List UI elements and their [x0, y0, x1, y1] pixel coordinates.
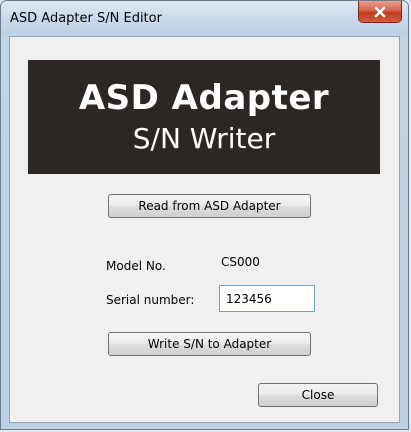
read-from-adapter-button[interactable]: Read from ASD Adapter [108, 194, 311, 218]
model-number-label: Model No. [106, 259, 166, 273]
close-icon [374, 6, 386, 18]
close-button[interactable]: Close [258, 383, 378, 407]
serial-number-label: Serial number: [106, 293, 195, 307]
serial-number-input[interactable] [219, 285, 315, 312]
dialog-client-area: ASD Adapter S/N Writer Read from ASD Ada… [9, 36, 400, 423]
banner-title: ASD Adapter [78, 78, 330, 118]
title-bar[interactable]: ASD Adapter S/N Editor [1, 1, 408, 35]
dialog-window: ASD Adapter S/N Editor ASD Adapter S/N W… [0, 0, 409, 430]
banner-subtitle: S/N Writer [132, 122, 276, 155]
window-title: ASD Adapter S/N Editor [10, 11, 162, 26]
write-sn-button[interactable]: Write S/N to Adapter [108, 332, 311, 356]
product-banner: ASD Adapter S/N Writer [28, 60, 380, 174]
model-number-value: CS000 [221, 255, 260, 269]
window-close-button[interactable] [358, 1, 402, 23]
